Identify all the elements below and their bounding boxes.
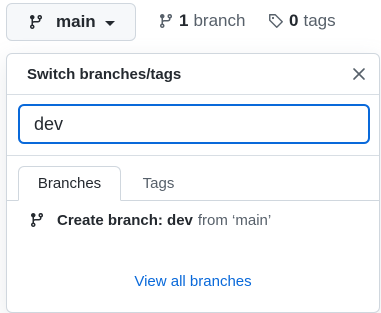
view-all-branches-link[interactable]: View all branches — [7, 273, 379, 290]
tags-label: tags — [303, 11, 336, 30]
branch-search-input[interactable] — [18, 104, 370, 144]
create-branch-source: from ‘main’ — [197, 211, 272, 229]
tags-count: 0 — [289, 11, 299, 30]
dropdown-title: Switch branches/tags — [27, 66, 182, 83]
git-branch-icon — [29, 15, 42, 30]
tab-tags[interactable]: Tags — [121, 166, 196, 200]
branches-count-link[interactable]: 1 branch — [158, 11, 245, 31]
branches-label: branch — [193, 11, 246, 30]
branch-selector-button[interactable]: main — [6, 3, 136, 41]
tags-count-link[interactable]: 0 tags — [268, 11, 336, 31]
dropdown-header: Switch branches/tags — [7, 54, 379, 95]
close-icon[interactable] — [349, 64, 369, 84]
tab-branches[interactable]: Branches — [18, 166, 121, 201]
search-section — [7, 95, 379, 156]
branch-tag-tabs: Branches Tags — [7, 166, 379, 201]
branch-switch-dropdown: Switch branches/tags Branches Tags Creat… — [6, 53, 380, 313]
git-branch-icon — [30, 213, 43, 228]
create-branch-item[interactable]: Create branch: dev from ‘main’ — [7, 202, 379, 238]
branches-count: 1 — [179, 11, 189, 30]
create-branch-label: Create branch: dev — [57, 211, 193, 229]
caret-down-icon — [104, 20, 115, 26]
current-branch-name: main — [56, 12, 96, 31]
repo-toolbar: main 1 branch 0 tags — [0, 0, 381, 44]
git-branch-icon — [159, 14, 172, 29]
tag-icon — [269, 14, 283, 28]
